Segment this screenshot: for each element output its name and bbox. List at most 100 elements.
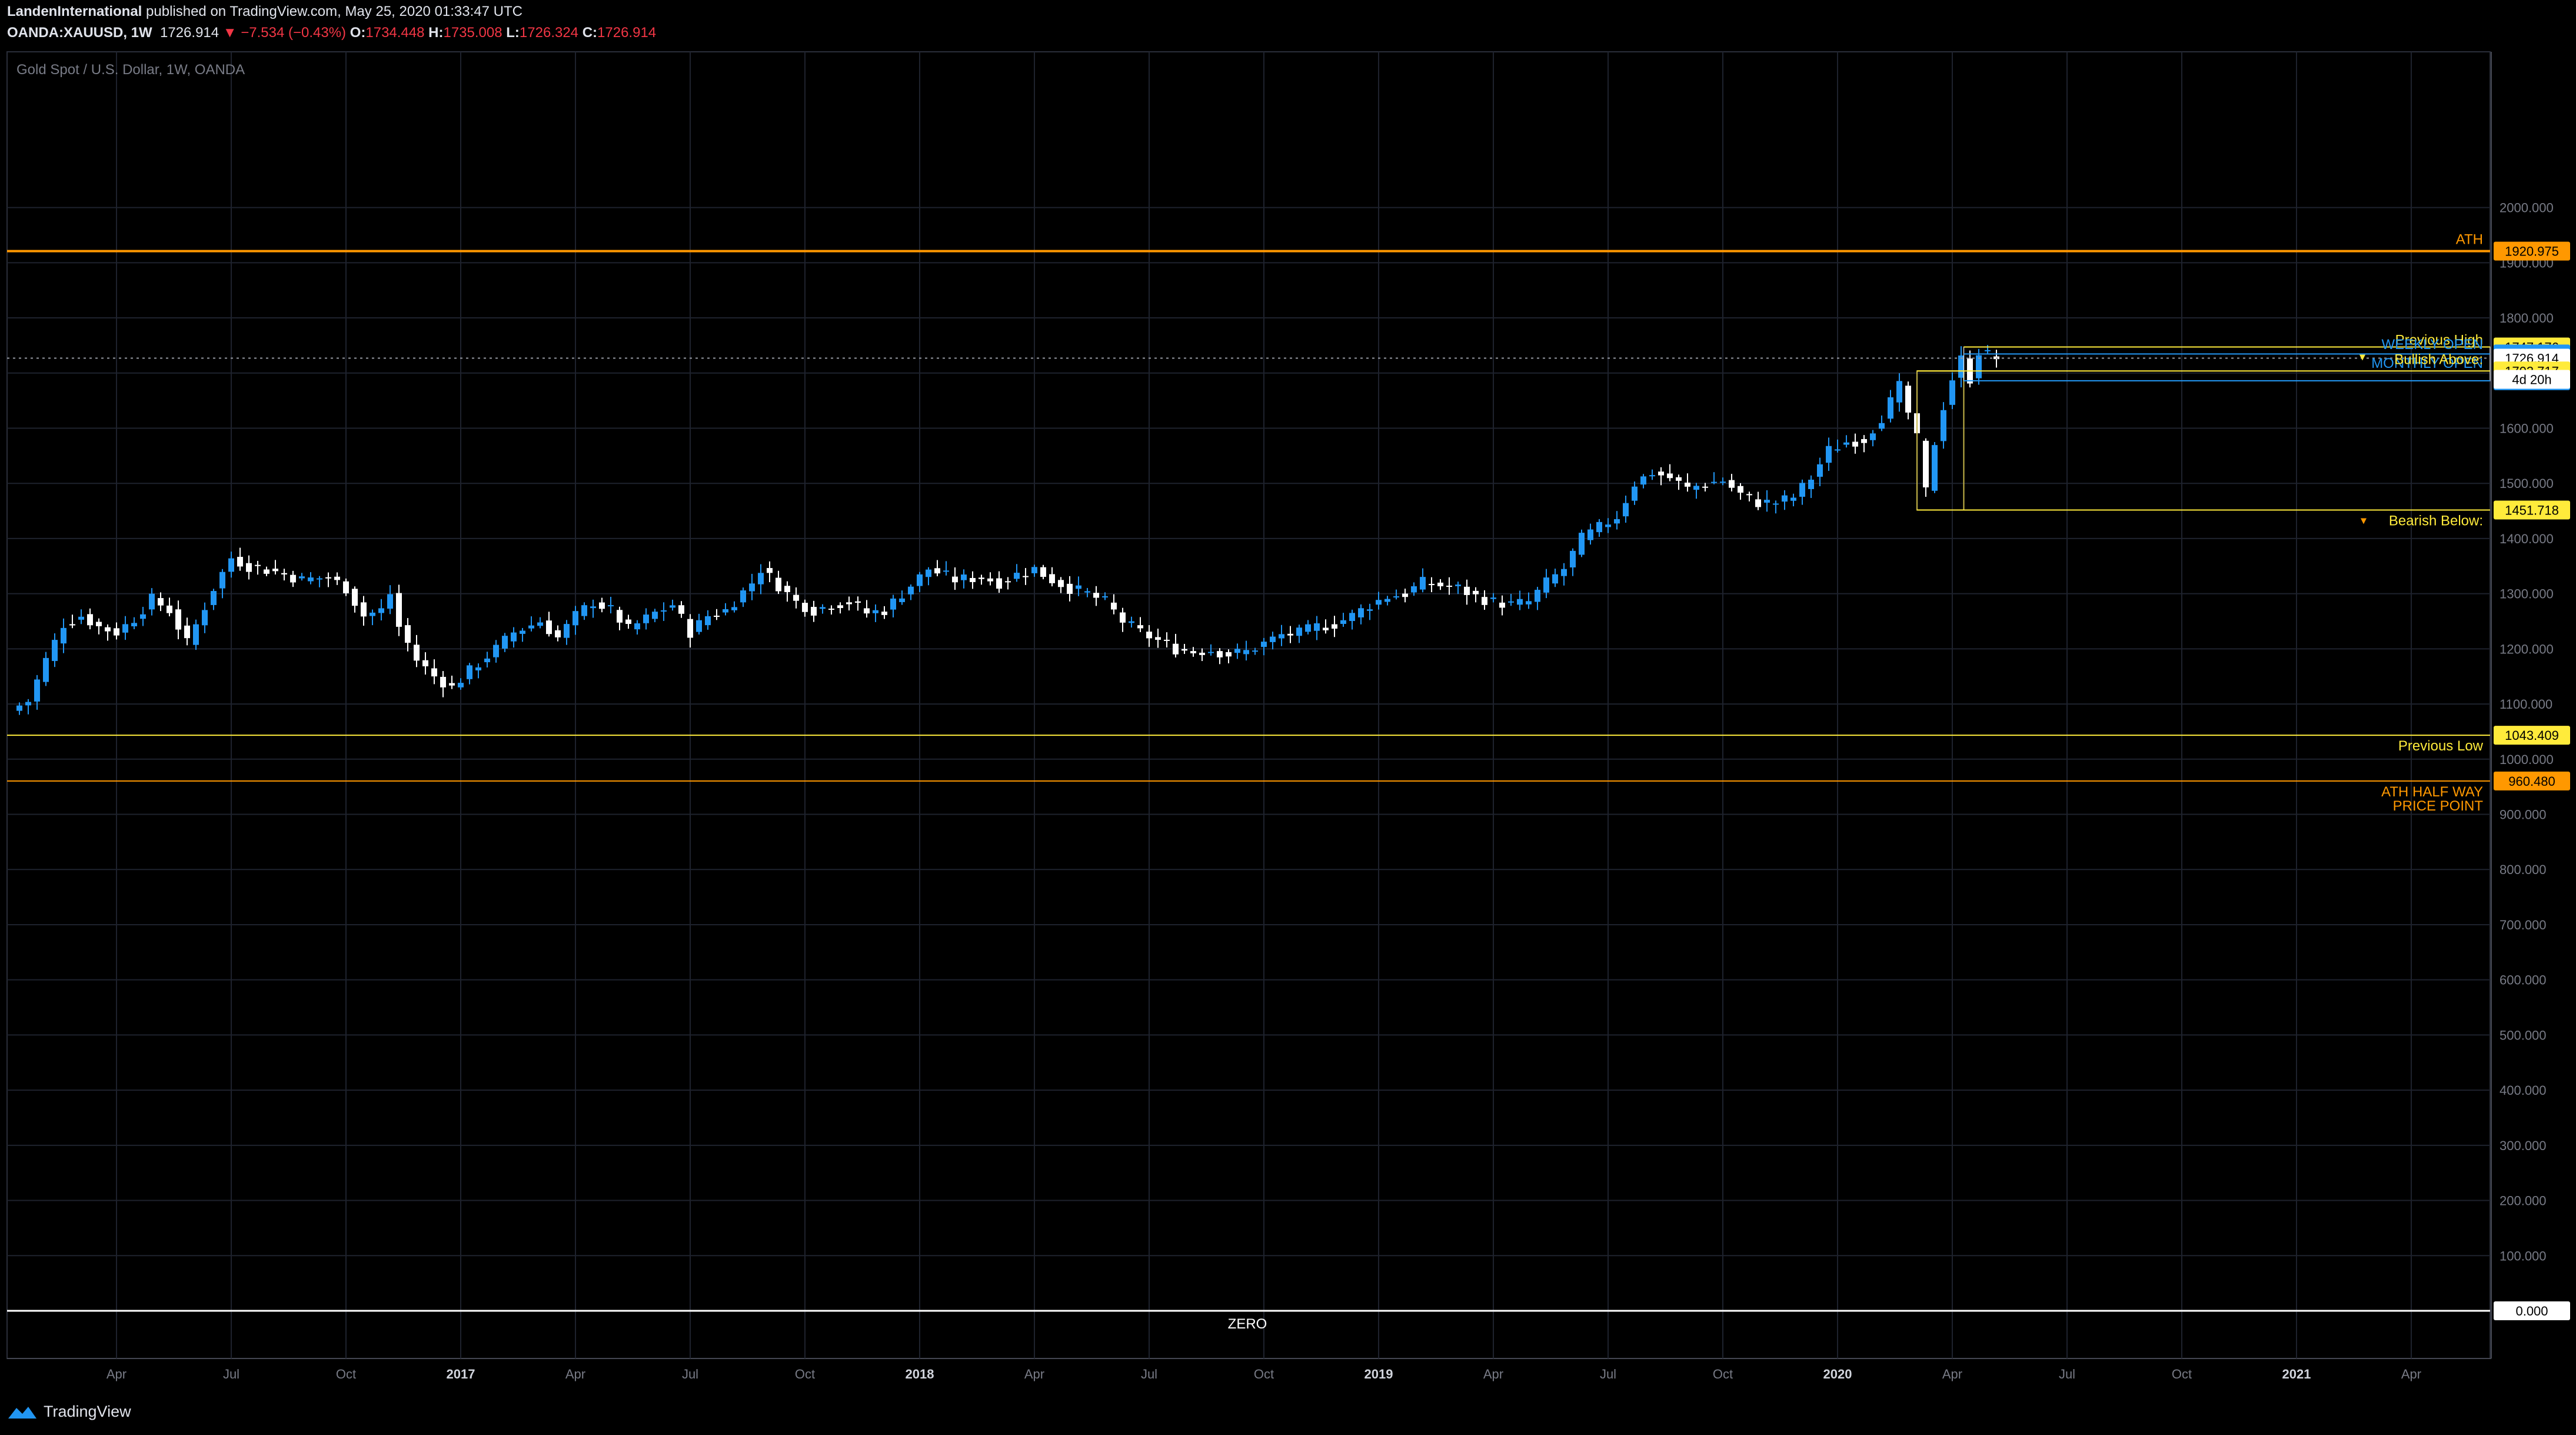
- candle-body: [899, 598, 905, 602]
- range-box: [1916, 370, 1965, 511]
- candle-body: [1711, 481, 1717, 483]
- candle-body: [864, 608, 870, 614]
- x-tick-label: Apr: [1942, 1367, 1962, 1381]
- candle-body: [1685, 482, 1690, 487]
- candle-body: [1411, 586, 1417, 593]
- candle-body: [917, 574, 923, 586]
- candle-body: [1014, 573, 1020, 579]
- candle-body: [1888, 397, 1893, 419]
- y-tick-label: 1000.000: [2500, 752, 2554, 767]
- candle-body: [1005, 581, 1011, 583]
- candle-body: [1773, 503, 1779, 505]
- candle-body: [1084, 591, 1090, 593]
- candle-body: [1517, 599, 1523, 605]
- candle-body: [502, 636, 508, 649]
- candle-body: [1764, 500, 1770, 503]
- candle-body: [1949, 380, 1955, 405]
- candle-body: [484, 658, 490, 663]
- candle-body: [1817, 464, 1823, 477]
- candle-body: [16, 705, 22, 711]
- candle-body: [290, 574, 296, 583]
- candle-body: [793, 594, 799, 601]
- y-tick-label: 400.000: [2500, 1083, 2547, 1098]
- y-tick-label: 300.000: [2500, 1138, 2547, 1153]
- candle-body: [952, 576, 958, 583]
- candle-body: [1482, 597, 1487, 605]
- candle-body: [1040, 567, 1046, 577]
- candle-body: [1561, 569, 1567, 576]
- x-tick-label: 2018: [906, 1367, 934, 1381]
- candle-body: [758, 573, 764, 584]
- candle-body: [1173, 643, 1179, 655]
- candle-body: [1614, 519, 1620, 524]
- candle-body: [493, 645, 499, 657]
- candle-body: [272, 569, 278, 572]
- candle-body: [43, 657, 49, 682]
- candle-body: [705, 616, 711, 626]
- candle-body: [431, 668, 437, 677]
- candle-body: [1323, 627, 1329, 630]
- candle-body: [1129, 621, 1134, 623]
- candle-body: [422, 660, 428, 667]
- candle-body: [1623, 503, 1629, 517]
- candle-body: [1393, 596, 1399, 598]
- candle-body: [1437, 582, 1443, 587]
- candle-body: [1526, 601, 1532, 604]
- x-tick-label: 2020: [1823, 1367, 1852, 1381]
- candle-body: [767, 568, 773, 573]
- candle-body: [1261, 642, 1267, 647]
- x-tick-label: 2017: [447, 1367, 475, 1381]
- candle-body: [1852, 441, 1858, 447]
- candle-body: [1693, 486, 1699, 490]
- candle-body: [414, 645, 420, 661]
- candle-body: [325, 577, 331, 579]
- candle-body: [1402, 593, 1408, 597]
- candle-body: [1023, 576, 1029, 577]
- candle-body: [1799, 483, 1805, 497]
- candle-body: [1738, 486, 1743, 493]
- candle-body: [1490, 597, 1496, 599]
- candle-body: [1182, 649, 1187, 651]
- candle-body: [202, 610, 208, 626]
- plot-frame: [6, 51, 2491, 1359]
- candle-body: [970, 577, 976, 582]
- candle-body: [881, 612, 887, 615]
- candle-body: [696, 620, 702, 632]
- y-tick-label: 2000.000: [2500, 201, 2554, 215]
- candle-body: [1314, 623, 1320, 631]
- candle-body: [511, 632, 517, 642]
- candle-body: [890, 598, 896, 610]
- candle-body: [1279, 634, 1284, 639]
- candle-body: [1649, 475, 1655, 477]
- candle-body: [1473, 590, 1479, 594]
- x-tick-label: Oct: [1254, 1367, 1274, 1381]
- candle-body: [599, 602, 605, 609]
- y-tick-label: 100.000: [2500, 1248, 2547, 1263]
- countdown-label: 4d 20h: [2512, 373, 2551, 387]
- candle-body: [105, 627, 111, 632]
- candle-body: [820, 607, 826, 609]
- candle-body: [1429, 584, 1435, 586]
- y-tick-label: 1800.000: [2500, 311, 2554, 325]
- candle-body: [1879, 423, 1885, 429]
- candle-body: [1667, 473, 1673, 479]
- price-tag-label: 1920.975: [2505, 244, 2559, 259]
- tradingview-logo-icon[interactable]: [7, 1403, 38, 1421]
- candle-body: [1826, 446, 1832, 463]
- candle-body: [608, 605, 614, 607]
- price-chart[interactable]: 0.000 100.000 200.000 300.000 400.000 500.000…: [0, 0, 2576, 1401]
- candle-body: [1199, 652, 1205, 655]
- candle-body: [811, 607, 817, 616]
- candle-body: [219, 572, 225, 589]
- candle-body: [458, 683, 464, 687]
- x-tick-label: Jul: [682, 1367, 698, 1381]
- candle-body: [299, 576, 305, 579]
- brand-name[interactable]: TradingView: [44, 1403, 131, 1421]
- candle-body: [52, 640, 58, 662]
- candle-body: [1058, 580, 1064, 587]
- price-tag-label: 0.000: [2515, 1304, 2548, 1318]
- x-tick-label: Jul: [1600, 1367, 1616, 1381]
- y-tick-label: 1400.000: [2500, 532, 2554, 546]
- candle-body: [573, 611, 578, 626]
- candle-body: [979, 577, 984, 579]
